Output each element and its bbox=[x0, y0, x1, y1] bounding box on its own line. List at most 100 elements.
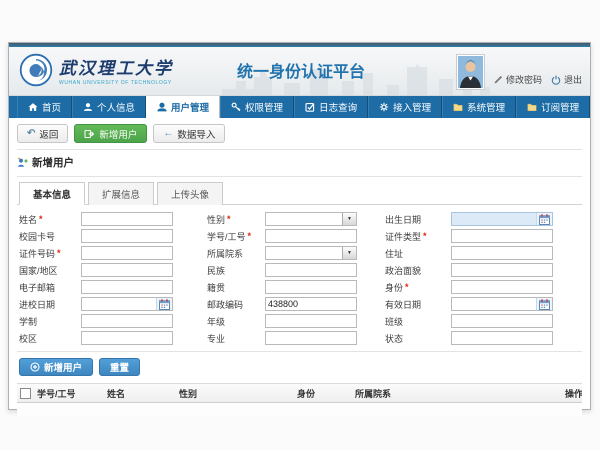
form-actions: 新增用户 重置 bbox=[17, 358, 582, 376]
key-icon bbox=[231, 102, 241, 112]
col-gender: 性别 bbox=[179, 387, 297, 400]
nav-tab-permission-management[interactable]: 权限管理 bbox=[220, 96, 294, 118]
identity-label: 身份* bbox=[385, 281, 451, 294]
campus-card-label: 校园卡号 bbox=[19, 230, 81, 243]
nav-tab-label: 订阅管理 bbox=[541, 100, 579, 114]
political-status-input[interactable] bbox=[452, 264, 552, 276]
country-region-input[interactable] bbox=[82, 264, 172, 276]
id-number-label: 证件号码* bbox=[19, 247, 81, 260]
add-user-toolbar-button[interactable]: 新增用户 bbox=[74, 124, 147, 143]
enrollment-date-input[interactable] bbox=[82, 298, 156, 310]
gear-icon bbox=[379, 102, 389, 112]
valid-date-label: 有效日期 bbox=[385, 298, 451, 311]
grade-input[interactable] bbox=[266, 315, 356, 327]
ethnicity-input[interactable] bbox=[266, 264, 356, 276]
birth-date-label: 出生日期 bbox=[385, 213, 451, 226]
add-user-section-icon bbox=[17, 157, 28, 168]
calendar-icon[interactable] bbox=[536, 298, 552, 310]
nav-tab-subscription-management[interactable]: 订阅管理 bbox=[516, 96, 590, 118]
identity-input[interactable] bbox=[452, 281, 552, 293]
form-row: 校园卡号 学号/工号* 证件类型* bbox=[19, 229, 582, 243]
tab-extended-info[interactable]: 扩展信息 bbox=[88, 182, 154, 205]
nav-tab-access-management[interactable]: 接入管理 bbox=[368, 96, 442, 118]
main-navigation: 首页 个人信息 用户管理 权限管理 日志查询 接入管理 系统管理 订阅管理 bbox=[9, 96, 590, 118]
student-id-input[interactable] bbox=[266, 230, 356, 242]
add-user-icon bbox=[84, 129, 95, 139]
back-button[interactable]: ↶ 返回 bbox=[17, 124, 68, 143]
class-label: 班级 bbox=[385, 315, 451, 328]
major-label: 专业 bbox=[207, 332, 265, 345]
campus-card-input[interactable] bbox=[82, 230, 172, 242]
address-input[interactable] bbox=[452, 247, 552, 259]
status-input[interactable] bbox=[452, 332, 552, 344]
school-system-label: 学制 bbox=[19, 315, 81, 328]
change-password-link[interactable]: 修改密码 bbox=[494, 73, 542, 86]
nav-tab-system-management[interactable]: 系统管理 bbox=[442, 96, 516, 118]
add-user-submit-button[interactable]: 新增用户 bbox=[19, 358, 93, 376]
nav-tab-label: 首页 bbox=[42, 100, 61, 114]
calendar-icon[interactable] bbox=[156, 298, 172, 310]
email-input[interactable] bbox=[82, 281, 172, 293]
name-input[interactable] bbox=[82, 213, 172, 225]
country-region-label: 国家/地区 bbox=[19, 264, 81, 277]
class-input[interactable] bbox=[452, 315, 552, 327]
add-user-submit-label: 新增用户 bbox=[44, 360, 82, 374]
dropdown-arrow-icon[interactable]: ▼ bbox=[342, 247, 356, 259]
birth-date-input[interactable] bbox=[452, 213, 536, 225]
valid-date-input[interactable] bbox=[452, 298, 536, 310]
nav-tab-user-management[interactable]: 用户管理 bbox=[146, 96, 220, 118]
form-row: 证件号码* 所属院系▼ 住址 bbox=[19, 246, 582, 260]
logout-label: 退出 bbox=[564, 73, 582, 86]
postal-code-label: 邮政编码 bbox=[207, 298, 265, 311]
select-all-checkbox[interactable] bbox=[20, 388, 31, 399]
dropdown-arrow-icon[interactable]: ▼ bbox=[342, 213, 356, 225]
nav-tab-home[interactable]: 首页 bbox=[17, 96, 72, 118]
political-status-label: 政治面貌 bbox=[385, 264, 451, 277]
form-row: 姓名* 性别*▼ 出生日期 bbox=[19, 212, 582, 226]
user-avatar[interactable] bbox=[456, 54, 485, 90]
data-import-label: 数据导入 bbox=[177, 127, 215, 141]
university-logo bbox=[19, 53, 53, 92]
form-row: 校区 专业 状态 bbox=[19, 331, 582, 345]
university-name-en: WUHAN UNIVERSITY OF TECHNOLOGY bbox=[59, 80, 173, 86]
folder-icon bbox=[453, 102, 463, 112]
change-password-label: 修改密码 bbox=[506, 73, 542, 86]
section-header: 新增用户 bbox=[17, 155, 582, 170]
id-number-input[interactable] bbox=[82, 247, 172, 259]
tab-basic-info[interactable]: 基本信息 bbox=[19, 182, 85, 205]
nav-tab-label: 个人信息 bbox=[97, 100, 135, 114]
tab-upload-avatar[interactable]: 上传头像 bbox=[157, 182, 223, 205]
reset-button[interactable]: 重置 bbox=[99, 358, 140, 376]
back-arrow-icon: ↶ bbox=[27, 129, 35, 139]
col-name: 姓名 bbox=[107, 387, 179, 400]
col-identity: 身份 bbox=[297, 387, 355, 400]
logout-link[interactable]: 退出 bbox=[551, 73, 582, 86]
user-icon bbox=[157, 102, 167, 112]
gender-label: 性别* bbox=[207, 213, 265, 226]
back-button-label: 返回 bbox=[39, 127, 58, 141]
major-input[interactable] bbox=[266, 332, 356, 344]
department-select[interactable] bbox=[266, 247, 342, 259]
school-system-input[interactable] bbox=[82, 315, 172, 327]
app-header: 武汉理工大学 WUHAN UNIVERSITY OF TECHNOLOGY 统一… bbox=[9, 47, 590, 96]
col-operation: 操作 bbox=[565, 387, 582, 400]
app-window: 武汉理工大学 WUHAN UNIVERSITY OF TECHNOLOGY 统一… bbox=[8, 42, 591, 410]
folder-icon bbox=[527, 102, 537, 112]
home-icon bbox=[28, 102, 38, 112]
calendar-icon[interactable] bbox=[536, 213, 552, 225]
department-label: 所属院系 bbox=[207, 247, 265, 260]
native-place-input[interactable] bbox=[266, 281, 356, 293]
page-content: ↶ 返回 新增用户 ← 数据导入 新增用户 基本信息 扩展信息 上传头像 bbox=[9, 124, 590, 416]
gender-select[interactable] bbox=[266, 213, 342, 225]
data-import-button[interactable]: ← 数据导入 bbox=[153, 124, 225, 143]
nav-tab-label: 权限管理 bbox=[245, 100, 283, 114]
nav-tab-personal-info[interactable]: 个人信息 bbox=[72, 96, 146, 118]
id-type-label: 证件类型* bbox=[385, 230, 451, 243]
postal-code-input[interactable] bbox=[266, 298, 356, 310]
col-department: 所属院系 bbox=[355, 387, 565, 400]
id-type-input[interactable] bbox=[452, 230, 552, 242]
campus-input[interactable] bbox=[82, 332, 172, 344]
nav-tab-log-query[interactable]: 日志查询 bbox=[294, 96, 368, 118]
section-title: 新增用户 bbox=[32, 155, 74, 170]
add-user-form: 姓名* 性别*▼ 出生日期 校园卡号 学号/工号* 证件类型* 证件号码* 所属… bbox=[17, 212, 582, 345]
